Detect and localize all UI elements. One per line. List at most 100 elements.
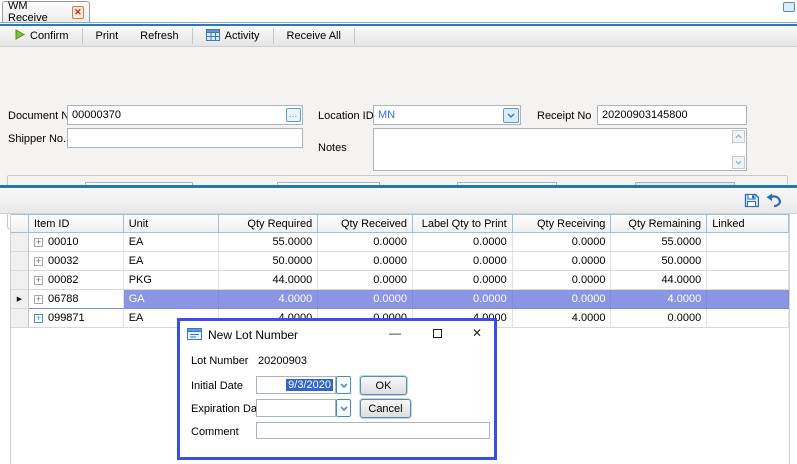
tab-scroll-button[interactable]	[783, 2, 795, 12]
undo-icon[interactable]	[766, 193, 783, 211]
scroll-up-icon[interactable]	[732, 130, 745, 143]
item-id-text: 06788	[48, 293, 79, 305]
grid-toolbar	[0, 188, 797, 214]
tab-title: WM Receive	[8, 0, 66, 24]
table-row[interactable]: ▶+06788GA4.00000.00000.00000.00004.0000	[11, 290, 789, 309]
column-header-linked[interactable]: Linked	[707, 214, 789, 233]
lot-number-value: 20200903	[258, 355, 307, 367]
expand-plus-icon[interactable]: +	[34, 257, 43, 266]
form-icon	[187, 328, 202, 343]
column-header-qty-required[interactable]: Qty Required	[219, 214, 318, 233]
print-label: Print	[96, 30, 119, 42]
row-indicator	[11, 233, 29, 252]
dialog-titlebar[interactable]: New Lot Number — ✕	[180, 321, 494, 347]
table-grid-icon	[206, 29, 220, 44]
main-toolbar: Confirm Print Refresh Activity Rec	[0, 26, 797, 47]
cell-qty-receiving: 0.0000	[513, 271, 612, 290]
new-lot-number-dialog: New Lot Number — ✕ Lot Number 20200903 I…	[177, 318, 497, 460]
column-header-item-id[interactable]: Item ID	[29, 214, 124, 233]
shipper-no-label: Shipper No.	[8, 133, 66, 145]
initial-date-label: Initial Date	[191, 380, 243, 392]
cell-item-id: +00082	[29, 271, 124, 290]
toolbar-separator	[273, 28, 274, 44]
receipt-no-value: 20200903145800	[602, 109, 688, 121]
expand-plus-icon[interactable]: +	[34, 276, 43, 285]
cell-linked	[707, 233, 789, 252]
expand-plus-icon[interactable]: +	[34, 314, 43, 323]
scroll-down-icon[interactable]	[732, 156, 745, 169]
column-header-qty-receiving[interactable]: Qty Receiving	[513, 214, 612, 233]
ok-button[interactable]: OK	[360, 376, 407, 395]
table-row[interactable]: +00032EA50.00000.00000.00000.000050.0000	[11, 252, 789, 271]
cell-label-qty-to-print: 0.0000	[413, 271, 513, 290]
expiration-date-field[interactable]	[256, 399, 336, 417]
cell-qty-remaining: 55.0000	[611, 233, 707, 252]
cell-qty-receiving: 0.0000	[513, 252, 612, 271]
document-no-value: 00000370	[72, 109, 121, 121]
column-header-unit[interactable]: Unit	[124, 214, 220, 233]
cell-qty-received: 0.0000	[318, 252, 413, 271]
receipt-no-field[interactable]: 20200903145800	[597, 105, 747, 125]
refresh-button[interactable]: Refresh	[129, 26, 190, 46]
maximize-icon[interactable]	[428, 324, 446, 342]
column-header-label-qty-to-print[interactable]: Label Qty to Print	[413, 214, 513, 233]
header-form: Document No 00000370 … Shipper No. Locat…	[0, 47, 797, 185]
activity-button[interactable]: Activity	[195, 26, 271, 46]
tab-strip: WM Receive ✕	[0, 0, 797, 22]
cell-linked	[707, 271, 789, 290]
expiration-date-chevron-down-icon[interactable]	[336, 399, 351, 417]
cell-item-id: +06788	[29, 290, 124, 309]
item-id-text: 00032	[48, 255, 79, 267]
toolbar-separator	[82, 28, 83, 44]
comment-input[interactable]	[256, 422, 490, 439]
cell-item-id: +00010	[29, 233, 124, 252]
play-icon	[15, 29, 25, 43]
cell-qty-remaining: 4.0000	[611, 290, 707, 309]
grid-header: Item IDUnitQty RequiredQty ReceivedLabel…	[11, 214, 789, 233]
initial-date-value: 9/3/2020	[286, 379, 333, 391]
close-icon[interactable]: ✕	[468, 324, 486, 342]
location-id-value: MN	[378, 109, 395, 121]
toolbar-separator	[354, 28, 355, 44]
document-no-field[interactable]: 00000370 …	[67, 105, 303, 125]
print-button[interactable]: Print	[85, 26, 130, 46]
column-header-qty-received[interactable]: Qty Received	[318, 214, 413, 233]
column-header-qty-remaining[interactable]: Qty Remaining	[611, 214, 707, 233]
document-no-label: Document No	[8, 110, 75, 122]
shipper-no-field[interactable]	[67, 128, 303, 148]
cell-qty-required: 50.0000	[219, 252, 318, 271]
cancel-button[interactable]: Cancel	[360, 399, 411, 418]
cell-qty-receiving: 0.0000	[513, 233, 612, 252]
notes-textarea[interactable]	[373, 128, 747, 171]
document-no-browse-icon[interactable]: …	[286, 108, 301, 122]
minimize-icon[interactable]: —	[386, 324, 404, 342]
chevron-down-icon[interactable]	[503, 108, 519, 123]
cell-linked	[707, 290, 789, 309]
save-icon[interactable]	[744, 193, 759, 211]
initial-date-field[interactable]: 9/3/2020	[256, 376, 336, 394]
toolbar-separator	[192, 28, 193, 44]
dialog-title: New Lot Number	[208, 328, 298, 342]
receive-all-button[interactable]: Receive All	[276, 26, 352, 46]
wm-receive-window: WM Receive ✕ Confirm Print Refresh	[0, 0, 797, 464]
lot-number-label: Lot Number	[191, 355, 248, 367]
expiration-date-label: Expiration Date	[191, 403, 266, 415]
expand-plus-icon[interactable]: +	[34, 295, 43, 304]
cell-qty-remaining: 0.0000	[611, 309, 707, 328]
table-row[interactable]: +00010EA55.00000.00000.00000.000055.0000	[11, 233, 789, 252]
confirm-button[interactable]: Confirm	[4, 26, 80, 46]
cell-unit: EA	[124, 233, 220, 252]
tab-wm-receive[interactable]: WM Receive ✕	[2, 1, 90, 22]
cell-qty-receiving: 0.0000	[513, 290, 612, 309]
cell-unit: GA	[124, 290, 220, 309]
cell-linked	[707, 252, 789, 271]
location-id-dropdown[interactable]: MN	[373, 105, 521, 125]
receipt-no-label: Receipt No	[537, 110, 591, 122]
receive-all-label: Receive All	[287, 30, 341, 42]
tab-close-icon[interactable]: ✕	[72, 6, 84, 19]
expand-plus-icon[interactable]: +	[34, 238, 43, 247]
cell-item-id: +099871	[29, 309, 124, 328]
initial-date-chevron-down-icon[interactable]	[336, 376, 351, 394]
table-row[interactable]: +00082PKG44.00000.00000.00000.000044.000…	[11, 271, 789, 290]
cell-item-id: +00032	[29, 252, 124, 271]
